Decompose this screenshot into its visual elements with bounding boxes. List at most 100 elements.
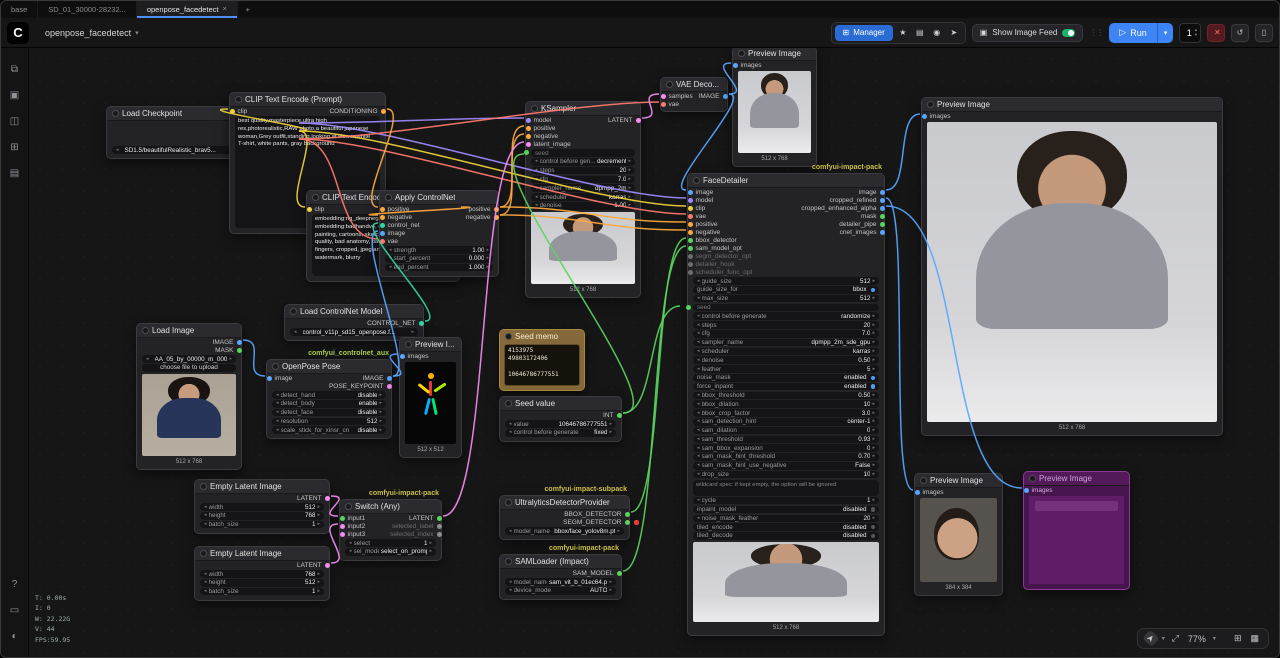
arrow-left-icon[interactable]: ◂ [276, 428, 279, 433]
seed-slot-dot-icon[interactable] [686, 305, 691, 310]
widget-tiled_encode[interactable]: tiled_encodedisabled [693, 523, 879, 531]
output-slot-BBOX_DETECTOR[interactable]: BBOX_DETECTOR [564, 511, 629, 518]
arrow-right-icon[interactable]: ▸ [872, 402, 875, 407]
arrow-left-icon[interactable]: ◂ [697, 516, 700, 521]
ksampler[interactable]: KSamplermodelLATENTpositivenegativelaten… [525, 101, 641, 298]
show-image-feed-toggle[interactable]: ▣ Show Image Feed [972, 24, 1084, 42]
node-header[interactable]: Preview Image [1024, 472, 1129, 486]
batch-count-input[interactable]: 1 ▴▾ [1179, 23, 1201, 43]
output-slot-POSE_KEYPOINT[interactable]: POSE_KEYPOINT [329, 383, 392, 390]
output-slot-cnet_images[interactable]: cnet_images [840, 229, 885, 236]
toggle-dot-icon[interactable] [871, 525, 876, 530]
preview-image-face[interactable]: Preview Imageimages384 x 384 [914, 473, 1003, 596]
workflow-menu-button[interactable]: openpose_facedetect ▾ [37, 24, 147, 42]
collapse-dot-icon[interactable] [531, 105, 538, 112]
collapse-dot-icon[interactable] [920, 477, 927, 484]
star-icon[interactable]: ★ [895, 26, 911, 40]
arrow-right-icon[interactable]: ▸ [628, 168, 631, 173]
widget-scale_stick_for_xinsr_cn[interactable]: ◂scale_stick_for_xinsr_cndisable▸ [272, 426, 386, 434]
widget-sam_bbox_expansion[interactable]: ◂sam_bbox_expansion0▸ [693, 444, 879, 452]
widget-noise_mask_feather[interactable]: ◂noise_mask_feather20▸ [693, 515, 879, 523]
arrow-right-icon[interactable]: ▸ [609, 588, 612, 593]
arrow-left-icon[interactable]: ◂ [276, 401, 279, 406]
output-slot-CONTROL_NET[interactable]: CONTROL_NET [367, 320, 423, 327]
toggle-dot-icon[interactable] [871, 384, 876, 389]
arrow-right-icon[interactable]: ▸ [486, 248, 489, 253]
arrow-left-icon[interactable]: ◂ [204, 589, 207, 594]
arrow-left-icon[interactable]: ◂ [697, 437, 700, 442]
input-slot-positive[interactable]: positive [380, 206, 410, 213]
arrow-right-icon[interactable]: ▸ [872, 428, 875, 433]
arrow-left-icon[interactable]: ◂ [697, 279, 700, 284]
node-header[interactable]: KSampler [526, 102, 640, 116]
arrow-right-icon[interactable]: ▸ [379, 419, 382, 424]
arrow-right-icon[interactable]: ▸ [429, 541, 432, 546]
input-slot-image[interactable]: image [380, 230, 406, 237]
node-header[interactable]: Seed memo [500, 330, 584, 343]
widget-select[interactable]: ◂select1▸ [345, 539, 436, 547]
pointer-tool-chevron[interactable]: ▾ [1162, 635, 1165, 642]
input-slot-images[interactable]: images [400, 353, 429, 360]
input-slot-model[interactable]: model [526, 117, 552, 124]
widget-denoise[interactable]: ◂denoise0.50▸ [693, 356, 879, 364]
arrow-right-icon[interactable]: ▸ [486, 256, 489, 261]
arrow-left-icon[interactable]: ◂ [697, 411, 700, 416]
gallery-icon[interactable]: ▤ [5, 163, 25, 183]
input-slot-clip[interactable]: clip [307, 206, 325, 213]
tab-sd-01-30000-28232-[interactable]: SD_01_30000-28232... [38, 1, 137, 18]
widget-model_name[interactable]: ◂model_namesam_vit_b_01ec64.pth▸ [505, 578, 616, 586]
seed-slot-dot-icon[interactable] [524, 150, 529, 155]
widget-sam_mask_hint_threshold[interactable]: ◂sam_mask_hint_threshold0.70▸ [693, 453, 879, 461]
ultralytics-detector-provider[interactable]: comfyui-impact-subpackUltralyticsDetecto… [499, 495, 630, 540]
new-tab-button[interactable]: + [238, 1, 258, 18]
widget-sam_dilation[interactable]: ◂sam_dilation0▸ [693, 427, 879, 435]
run-options-chevron[interactable]: ▾ [1157, 23, 1173, 43]
input-slot-scheduler_func_opt[interactable]: scheduler_func_opt [688, 269, 753, 276]
widget-width[interactable]: ◂width512▸ [200, 503, 324, 511]
arrow-left-icon[interactable]: ◂ [276, 419, 279, 424]
arrow-left-icon[interactable]: ◂ [389, 265, 392, 270]
arrow-left-icon[interactable]: ◂ [204, 513, 207, 518]
node-header[interactable]: Switch (Any) [340, 500, 441, 514]
input-slot-negative[interactable]: negative [688, 229, 721, 236]
widget-start_percent[interactable]: ◂start_percent0.000▸ [385, 255, 493, 263]
input-slot-clip[interactable]: clip [688, 205, 706, 212]
input-slot-sam_model_opt[interactable]: sam_model_opt [688, 245, 742, 252]
widget-denoise[interactable]: ◂denoise1.00▸ [531, 202, 635, 210]
switch-any[interactable]: comfyui-impact-packSwitch (Any)input1LAT… [339, 499, 442, 561]
arrow-left-icon[interactable]: ◂ [697, 402, 700, 407]
input-slot-positive[interactable]: positive [526, 125, 556, 132]
widget-batch_size[interactable]: ◂batch_size1▸ [200, 588, 324, 596]
widget-cfg[interactable]: ◂cfg7.0▸ [693, 330, 879, 338]
widget-device_mode[interactable]: ◂device_modeAUTO▸ [505, 587, 616, 595]
collapse-dot-icon[interactable] [235, 96, 242, 103]
arrow-right-icon[interactable]: ▸ [609, 580, 612, 585]
arrow-right-icon[interactable]: ▸ [317, 589, 320, 594]
node-header[interactable]: VAE Deco... [661, 78, 727, 92]
drag-handle-icon[interactable]: ⋮⋮ [1089, 28, 1103, 37]
node-header[interactable]: Seed value [500, 397, 621, 411]
arrow-right-icon[interactable]: ▸ [628, 159, 631, 164]
output-slot-LATENT[interactable]: LATENT [608, 117, 640, 124]
arrow-right-icon[interactable]: ▸ [317, 505, 320, 510]
node-header[interactable]: Preview Image [733, 47, 816, 61]
input-slot-detailer_hook[interactable]: detailer_hook [688, 261, 735, 268]
collapse-dot-icon[interactable] [272, 363, 279, 370]
load-image[interactable]: Load ImageIMAGEMASK◂AA_05_by_00000_m_000… [136, 323, 242, 470]
arrow-left-icon[interactable]: ◂ [204, 580, 207, 585]
collapse-dot-icon[interactable] [112, 110, 119, 117]
arrow-right-icon[interactable]: ▸ [379, 410, 382, 415]
arrow-left-icon[interactable]: ◂ [509, 588, 512, 593]
output-slot-SEGM_DETECTOR[interactable]: SEGM_DETECTOR [563, 519, 629, 526]
widget-end_percent[interactable]: ◂end_percent1.000▸ [385, 264, 493, 272]
panel-toggle-button[interactable]: ▯ [1255, 24, 1273, 42]
arrow-right-icon[interactable]: ▸ [872, 498, 875, 503]
seed-memo[interactable]: Seed memo4153975 49803172406 10646786777… [499, 329, 585, 391]
apps-icon[interactable]: ▤ [912, 26, 928, 40]
node-header[interactable]: OpenPose Pose [267, 360, 391, 374]
arrow-left-icon[interactable]: ◂ [697, 472, 700, 477]
output-slot-mask[interactable]: mask [861, 213, 885, 220]
arrow-left-icon[interactable]: ◂ [509, 430, 512, 435]
prompt-textarea[interactable]: wildcard spec: if kept empty, the option… [693, 480, 879, 496]
input-slot-images[interactable]: images [733, 62, 762, 69]
